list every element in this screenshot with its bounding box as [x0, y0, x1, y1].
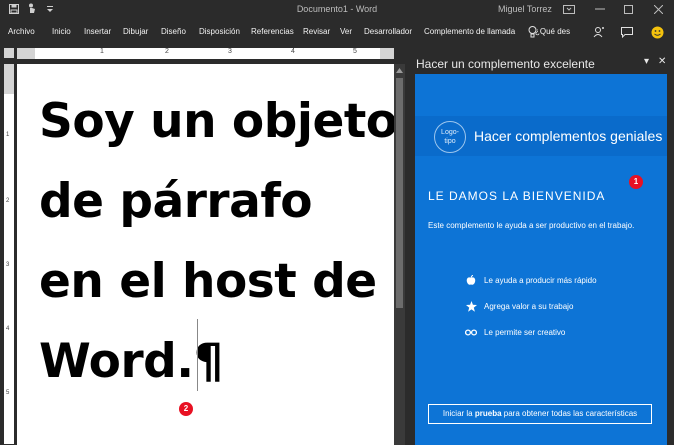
paragraph-text[interactable]: Soy un objeto de párrafo en el host de Word… — [39, 82, 394, 402]
apple-icon — [464, 274, 478, 286]
comments-icon[interactable] — [620, 25, 634, 39]
paragraph-line: en el host de — [39, 254, 377, 309]
callout-badge-1: 1 — [629, 175, 643, 189]
ruler-number: 5 — [6, 390, 10, 396]
ruler-number: 4 — [6, 326, 10, 332]
logo-placeholder: Logo- tipo — [434, 121, 466, 153]
ruler-writing-area — [35, 48, 380, 59]
task-pane-title: Hacer un complemento excelente — [416, 57, 595, 71]
feature-item: Le permite ser creativo — [464, 326, 565, 338]
close-icon[interactable] — [652, 3, 665, 15]
tab-diseno[interactable]: Diseño — [161, 27, 186, 36]
paragraph-line: Word.¶ — [39, 334, 224, 389]
smiley-feedback-icon[interactable] — [650, 25, 664, 39]
tab-dibujar[interactable]: Dibujar — [123, 27, 148, 36]
star-icon — [464, 300, 478, 312]
infinity-icon — [464, 326, 478, 338]
horizontal-ruler[interactable]: 1 2 3 4 5 — [17, 48, 394, 59]
share-icon[interactable] — [592, 25, 606, 39]
ruler-number: 2 — [165, 48, 169, 55]
feature-item: Le ayuda a producir más rápido — [464, 274, 597, 286]
paragraph-line: de párrafo — [39, 174, 313, 229]
cta-bold: prueba — [474, 409, 502, 418]
maximize-icon[interactable] — [622, 3, 635, 15]
paragraph-line: Soy un objeto — [39, 94, 394, 149]
task-pane-right-edge — [667, 74, 674, 445]
tab-inicio[interactable]: Inicio — [52, 27, 71, 36]
ribbon-display-options-icon[interactable] — [562, 3, 575, 15]
vertical-scrollbar[interactable] — [394, 64, 405, 445]
ruler-number: 4 — [291, 48, 295, 55]
intro-text: Este complemento le ayuda a ser producti… — [428, 221, 635, 230]
text-cursor — [197, 319, 198, 391]
welcome-heading: LE DAMOS LA BIENVENIDA — [428, 189, 606, 203]
ruler-number: 3 — [228, 48, 232, 55]
start-trial-button[interactable]: Iniciar la prueba para obtener todas las… — [428, 404, 652, 424]
callout-badge-2: 2 — [179, 402, 193, 416]
task-pane: Logo- tipo Hacer complementos geniales L… — [415, 74, 667, 445]
tell-me-box[interactable]: ¿Qué des — [535, 27, 570, 36]
tab-disposicion[interactable]: Disposición — [199, 27, 240, 36]
user-name[interactable]: Miguel Torrez — [498, 4, 552, 14]
tab-insertar[interactable]: Insertar — [84, 27, 111, 36]
task-pane-options-icon[interactable]: ▾ — [644, 56, 649, 67]
tab-referencias[interactable]: Referencias — [251, 27, 294, 36]
task-pane-header: Hacer un complemento excelente ▾ ✕ — [412, 52, 674, 74]
scroll-up-arrow-icon[interactable] — [395, 66, 404, 75]
tab-complemento-de-llamada[interactable]: Complemento de llamada — [424, 27, 515, 36]
cta-prefix: Iniciar la — [442, 409, 475, 418]
title-bar: Documento1 - Word Miguel Torrez — [0, 0, 674, 20]
ruler-number: 1 — [100, 48, 104, 55]
feature-item: Agrega valor a su trabajo — [464, 300, 573, 312]
ruler-number: 2 — [6, 198, 10, 204]
ruler-number: 3 — [6, 262, 10, 268]
feature-text: Le ayuda a producir más rápido — [484, 275, 597, 285]
tab-archivo[interactable]: Archivo — [8, 27, 35, 36]
horizontal-ruler-row: 1 2 3 4 5 — [0, 44, 412, 62]
tab-ver[interactable]: Ver — [340, 27, 352, 36]
tab-revisar[interactable]: Revisar — [303, 27, 330, 36]
ruler-number: 5 — [353, 48, 357, 55]
cta-suffix: para obtener todas las características — [501, 409, 638, 418]
vertical-ruler[interactable]: 1 2 3 4 5 — [4, 64, 14, 444]
feature-text: Agrega valor a su trabajo — [484, 301, 574, 311]
minimize-icon[interactable] — [593, 3, 606, 15]
ribbon-tabs: Archivo Inicio Insertar Dibujar Diseño D… — [0, 20, 674, 44]
tab-desarrollador[interactable]: Desarrollador — [364, 27, 412, 36]
document-page[interactable]: Soy un objeto de párrafo en el host de Word… — [17, 64, 394, 445]
task-pane-close-icon[interactable]: ✕ — [658, 56, 666, 67]
feature-text: Le permite ser creativo — [484, 327, 566, 337]
ruler-number: 1 — [6, 132, 10, 138]
tab-selector[interactable] — [4, 48, 14, 58]
banner-title: Hacer complementos geniales — [474, 128, 663, 144]
scrollbar-thumb[interactable] — [396, 78, 403, 308]
